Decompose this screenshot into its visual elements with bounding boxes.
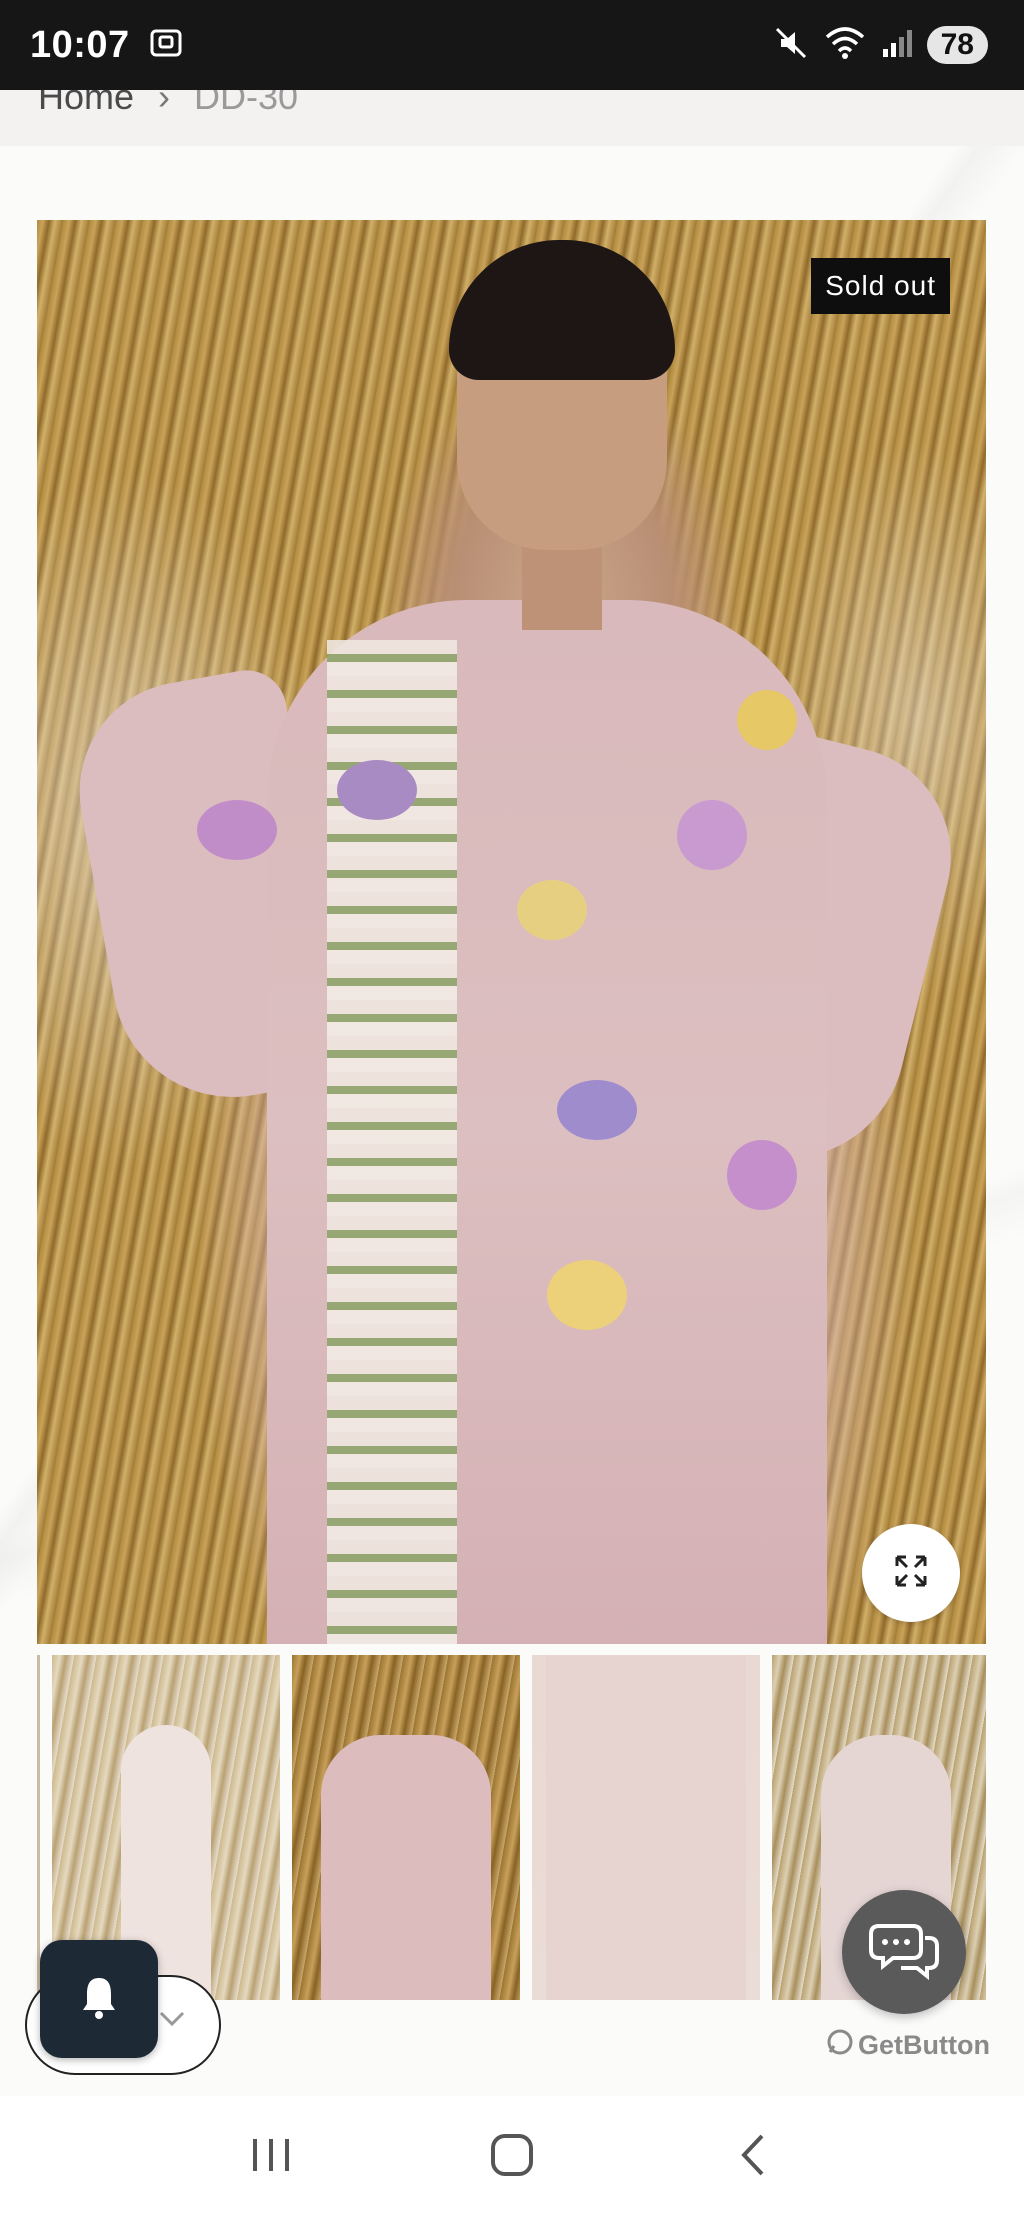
zoom-button[interactable]	[862, 1524, 960, 1622]
chevron-down-icon	[158, 2010, 186, 2033]
back-icon	[738, 2132, 768, 2183]
wifi-icon	[823, 25, 867, 66]
battery-indicator: 78	[926, 26, 988, 64]
recent-apps-button[interactable]	[231, 2118, 311, 2198]
sold-out-badge: Sold out	[811, 258, 950, 314]
main-product-image[interactable]: Sold out	[37, 220, 986, 1644]
print-flower	[727, 1140, 797, 1210]
bell-icon	[79, 1974, 119, 2025]
breadcrumb-current: DD-30	[194, 90, 299, 117]
signal-icon	[881, 27, 913, 64]
thumbnail-2[interactable]	[292, 1655, 520, 2000]
recent-apps-icon	[249, 2135, 293, 2180]
thumbnail-3[interactable]	[532, 1655, 760, 2000]
back-button[interactable]	[713, 2118, 793, 2198]
chat-bubbles-icon	[869, 1920, 939, 1985]
print-flower	[197, 800, 277, 860]
chat-button[interactable]	[842, 1890, 966, 2014]
breadcrumb-strip: Home › DD-30	[0, 90, 1024, 146]
screenshot-icon	[148, 25, 184, 66]
breadcrumb: Home › DD-30	[38, 90, 298, 118]
getbutton-label: GetButton	[858, 2030, 990, 2060]
expand-icon	[893, 1553, 929, 1594]
status-time: 10:07	[30, 23, 130, 66]
home-button[interactable]	[472, 2118, 552, 2198]
status-bar: 10:07 78	[0, 0, 1024, 90]
mute-icon	[773, 25, 809, 66]
system-navigation-bar	[0, 2096, 1024, 2219]
breadcrumb-home[interactable]: Home	[38, 90, 134, 118]
thumbnail-partial[interactable]	[37, 1655, 40, 2000]
breadcrumb-separator: ›	[158, 90, 171, 117]
print-flower	[337, 760, 417, 820]
getbutton-logo-icon	[826, 2028, 854, 2063]
notification-button[interactable]	[40, 1940, 158, 2058]
print-flower	[737, 690, 797, 750]
home-icon	[489, 2132, 535, 2183]
print-flower	[517, 880, 587, 940]
print-flower	[557, 1080, 637, 1140]
getbutton-branding[interactable]: GetButton	[826, 2028, 990, 2063]
print-flower	[547, 1260, 627, 1330]
print-flower	[677, 800, 747, 870]
